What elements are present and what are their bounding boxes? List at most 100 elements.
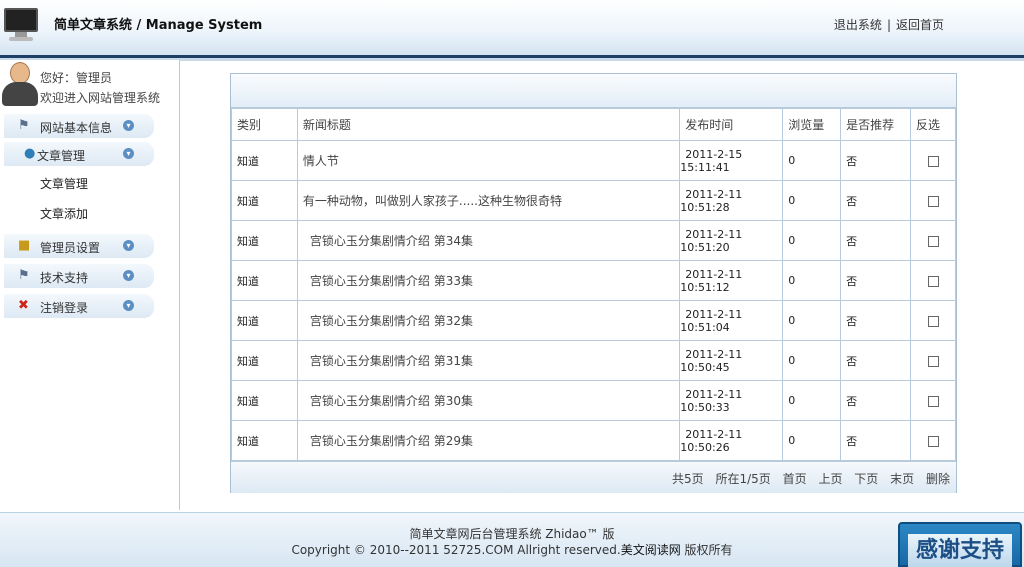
- row-select-cell: [910, 180, 956, 221]
- row-checkbox[interactable]: [927, 355, 939, 367]
- row-date: 2011-2-11: [685, 387, 743, 401]
- row-date: 2011-2-11: [685, 347, 743, 361]
- table-row: 知道 宫锁心玉分集剧情介绍 第33集 2011-2-11 10:51:12 0 否: [231, 260, 956, 301]
- row-recommend: 否: [840, 380, 912, 421]
- row-recommend: 否: [840, 260, 912, 301]
- sidebar-item-logout[interactable]: ✖ 注销登录 ▾: [4, 294, 154, 318]
- sidebar-item-label: 技术支持: [40, 271, 89, 285]
- footer-line2: Copyright © 2010--2011 52725.COM Allrigh…: [0, 541, 1024, 558]
- copyright-text: Copyright © 2010--2011 52725.COM Allrigh…: [291, 543, 621, 557]
- row-category: 知道: [231, 260, 298, 301]
- chevron-down-icon: ▾: [123, 120, 134, 131]
- delete-button[interactable]: 删除: [926, 472, 950, 486]
- separator: |: [886, 18, 891, 32]
- footer-line1: 简单文章网后台管理系统 Zhidao™ 版: [409, 527, 615, 541]
- row-title-link[interactable]: 宫锁心玉分集剧情介绍 第34集: [296, 220, 681, 261]
- table-row: 知道 情人节 2011-2-15 15:11:41 0 否: [231, 140, 956, 181]
- app-title: 简单文章系统 / Manage System: [54, 18, 263, 33]
- article-table-panel: 类别 新闻标题 发布时间 浏览量 是否推荐 反选 知道 情人节 2011-2-1…: [230, 73, 957, 493]
- row-checkbox[interactable]: [927, 195, 939, 207]
- home-link[interactable]: 返回首页: [896, 18, 944, 32]
- row-date: 2011-2-11: [685, 427, 743, 441]
- row-title-link[interactable]: 宫锁心玉分集剧情介绍 第31集: [296, 340, 681, 381]
- row-checkbox[interactable]: [927, 315, 939, 327]
- row-views: 0: [782, 300, 842, 341]
- site-link[interactable]: 美文阅读网: [621, 543, 681, 557]
- thanks-badge[interactable]: 感谢支持: [898, 522, 1022, 567]
- panel-header: [231, 74, 956, 108]
- last-page-link[interactable]: 末页: [890, 472, 914, 486]
- col-select: 反选: [910, 108, 956, 141]
- row-select-cell: [910, 380, 956, 421]
- col-title: 新闻标题: [296, 108, 681, 141]
- row-publish-time: 2011-2-11 10:50:33: [679, 380, 784, 421]
- table-row: 知道 宫锁心玉分集剧情介绍 第30集 2011-2-11 10:50:33 0 否: [231, 380, 956, 421]
- row-time: 10:50:45: [680, 360, 730, 374]
- logout-link[interactable]: 退出系统: [834, 18, 882, 32]
- chevron-down-icon: ▾: [123, 148, 134, 159]
- row-views: 0: [782, 220, 842, 261]
- row-title-link[interactable]: 有一种动物，叫做别人家孩子.....这种生物很奇特: [296, 180, 681, 221]
- row-checkbox[interactable]: [927, 275, 939, 287]
- sidebar-item-label: 文章管理: [37, 149, 86, 163]
- row-title-link[interactable]: 宫锁心玉分集剧情介绍 第30集: [296, 380, 681, 421]
- row-checkbox[interactable]: [927, 155, 939, 167]
- row-recommend: 否: [840, 180, 912, 221]
- row-title-link[interactable]: 宫锁心玉分集剧情介绍 第33集: [296, 260, 681, 301]
- header-links: 退出系统 | 返回首页: [834, 16, 944, 33]
- sub-item-article-manage[interactable]: 文章管理: [40, 175, 88, 192]
- row-views: 0: [782, 380, 842, 421]
- row-time: 10:51:04: [680, 320, 730, 334]
- row-recommend: 否: [840, 420, 912, 461]
- col-date: 发布时间: [679, 108, 784, 141]
- sidebar-item-support[interactable]: ⚑ 技术支持 ▾: [4, 264, 154, 288]
- sidebar-item-admin-settings[interactable]: ■ 管理员设置 ▾: [4, 234, 154, 258]
- row-date: 2011-2-11: [685, 267, 743, 281]
- row-title-link[interactable]: 情人节: [296, 140, 681, 181]
- flag-icon: ⚑: [18, 118, 30, 133]
- table-row: 知道 宫锁心玉分集剧情介绍 第31集 2011-2-11 10:50:45 0 否: [231, 340, 956, 381]
- row-views: 0: [782, 180, 842, 221]
- footer: 简单文章网后台管理系统 Zhidao™ 版 Copyright © 2010--…: [0, 512, 1024, 567]
- lock-icon: ■: [18, 238, 31, 253]
- row-time: 10:50:33: [680, 400, 730, 414]
- table-row: 知道 宫锁心玉分集剧情介绍 第34集 2011-2-11 10:51:20 0 否: [231, 220, 956, 261]
- row-date: 2011-2-11: [685, 307, 743, 321]
- monitor-icon: [4, 8, 38, 42]
- row-publish-time: 2011-2-11 10:50:45: [679, 340, 784, 381]
- row-date: 2011-2-11: [685, 187, 743, 201]
- row-category: 知道: [231, 340, 298, 381]
- sidebar-item-site-info[interactable]: ⚑ 网站基本信息 ▾: [4, 114, 154, 138]
- row-checkbox[interactable]: [927, 435, 939, 447]
- greeting-text: 您好：管理员: [40, 71, 113, 85]
- first-page-link[interactable]: 首页: [783, 472, 807, 486]
- row-select-cell: [910, 140, 956, 181]
- col-views: 浏览量: [782, 108, 842, 141]
- sub-item-article-add[interactable]: 文章添加: [40, 205, 88, 222]
- sidebar-item-articles[interactable]: ● 文章管理 ▾: [4, 142, 154, 166]
- welcome-text: 欢迎进入网站管理系统: [40, 91, 161, 105]
- close-icon: ✖: [18, 298, 29, 313]
- col-recommend: 是否推荐: [840, 108, 912, 141]
- row-category: 知道: [231, 140, 298, 181]
- row-title-link[interactable]: 宫锁心玉分集剧情介绍 第29集: [296, 420, 681, 461]
- user-box: 您好：管理员 欢迎进入网站管理系统: [0, 60, 180, 110]
- row-select-cell: [910, 340, 956, 381]
- table-row: 知道 有一种动物，叫做别人家孩子.....这种生物很奇特 2011-2-11 10…: [231, 180, 956, 221]
- row-title-link[interactable]: 宫锁心玉分集剧情介绍 第32集: [296, 300, 681, 341]
- page-current: 所在1/5页: [715, 472, 771, 486]
- sidebar: 您好：管理员 欢迎进入网站管理系统 ⚑ 网站基本信息 ▾ ● 文章管理 ▾ 文章…: [0, 60, 180, 510]
- flag-icon: ⚑: [18, 268, 30, 283]
- row-publish-time: 2011-2-11 10:51:04: [679, 300, 784, 341]
- page-total: 共5页: [671, 472, 704, 486]
- row-category: 知道: [231, 380, 298, 421]
- thanks-badge-label: 感谢支持: [908, 534, 1012, 567]
- prev-page-link[interactable]: 上页: [818, 472, 842, 486]
- row-time: 10:50:26: [680, 440, 730, 454]
- next-page-link[interactable]: 下页: [854, 472, 878, 486]
- row-select-cell: [910, 220, 956, 261]
- header: 简单文章系统 / Manage System 退出系统 | 返回首页: [0, 0, 1024, 61]
- row-recommend: 否: [840, 140, 912, 181]
- row-checkbox[interactable]: [927, 235, 939, 247]
- row-checkbox[interactable]: [927, 395, 939, 407]
